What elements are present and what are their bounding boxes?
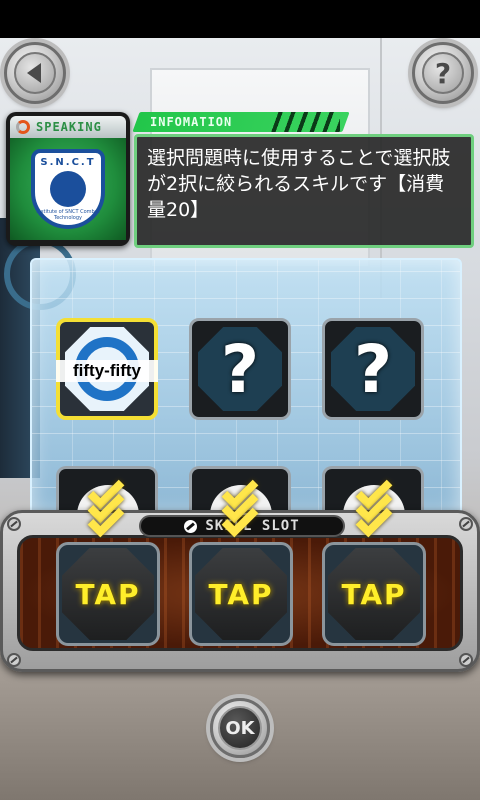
speaking-indicator-icon [16, 120, 30, 134]
tap-label: TAP [75, 577, 141, 611]
screw-icon [459, 517, 473, 531]
slot-tap-button-3[interactable]: TAP [322, 542, 426, 646]
down-chevron-icon [354, 472, 394, 538]
skill-frame: ? [198, 327, 282, 411]
help-button[interactable]: ? [412, 42, 474, 104]
tap-button-frame: TAP [328, 548, 420, 640]
question-mark-icon: ? [220, 330, 260, 408]
down-chevron-icon [86, 472, 126, 538]
speaker-avatar: S.N.C.T Institute of SNCT Combat Technol… [10, 138, 126, 240]
slot-tap-button-2[interactable]: TAP [189, 542, 293, 646]
help-button-label: ? [422, 52, 464, 94]
speaker-label-bar: SPEAKING [10, 116, 126, 138]
ok-button[interactable]: OK [210, 698, 270, 758]
skill-tile-fifty-fifty[interactable]: fifty-fifty [56, 318, 158, 420]
tap-label: TAP [341, 577, 407, 611]
tap-button-frame: TAP [195, 548, 287, 640]
speaker-panel: SPEAKING S.N.C.T Institute of SNCT Comba… [6, 112, 130, 246]
slot-tap-button-1[interactable]: TAP [56, 542, 160, 646]
status-bar [0, 0, 480, 38]
question-mark-icon: ? [353, 330, 393, 408]
screw-icon [7, 653, 21, 667]
screw-icon [7, 517, 21, 531]
tap-label: TAP [208, 577, 274, 611]
information-text: 選択問題時に使用することで選択肢が2択に絞られるスキルです【消費量20】 [147, 147, 451, 221]
skill-tile-locked[interactable]: ? [189, 318, 291, 420]
down-chevron-icon [220, 472, 260, 538]
ok-button-label: OK [218, 706, 262, 750]
information-tag-stripes [270, 112, 340, 132]
tap-button-frame: TAP [62, 548, 154, 640]
information-box: 選択問題時に使用することで選択肢が2択に絞られるスキルです【消費量20】 [134, 134, 474, 248]
back-arrow-icon [26, 63, 41, 83]
emblem-abbr: S.N.C.T [40, 157, 96, 168]
slot-screw-icon [184, 519, 198, 533]
skill-frame: ? [331, 327, 415, 411]
skill-tile-locked[interactable]: ? [322, 318, 424, 420]
speaker-label: SPEAKING [36, 120, 102, 134]
emblem-anchor-icon [50, 171, 86, 207]
school-emblem-icon: S.N.C.T Institute of SNCT Combat Technol… [31, 149, 105, 229]
skill-name: fifty-fifty [56, 360, 158, 382]
screw-icon [459, 653, 473, 667]
emblem-motto: Institute of SNCT Combat Technology [36, 209, 100, 221]
back-button-face [14, 52, 56, 94]
back-button[interactable] [4, 42, 66, 104]
